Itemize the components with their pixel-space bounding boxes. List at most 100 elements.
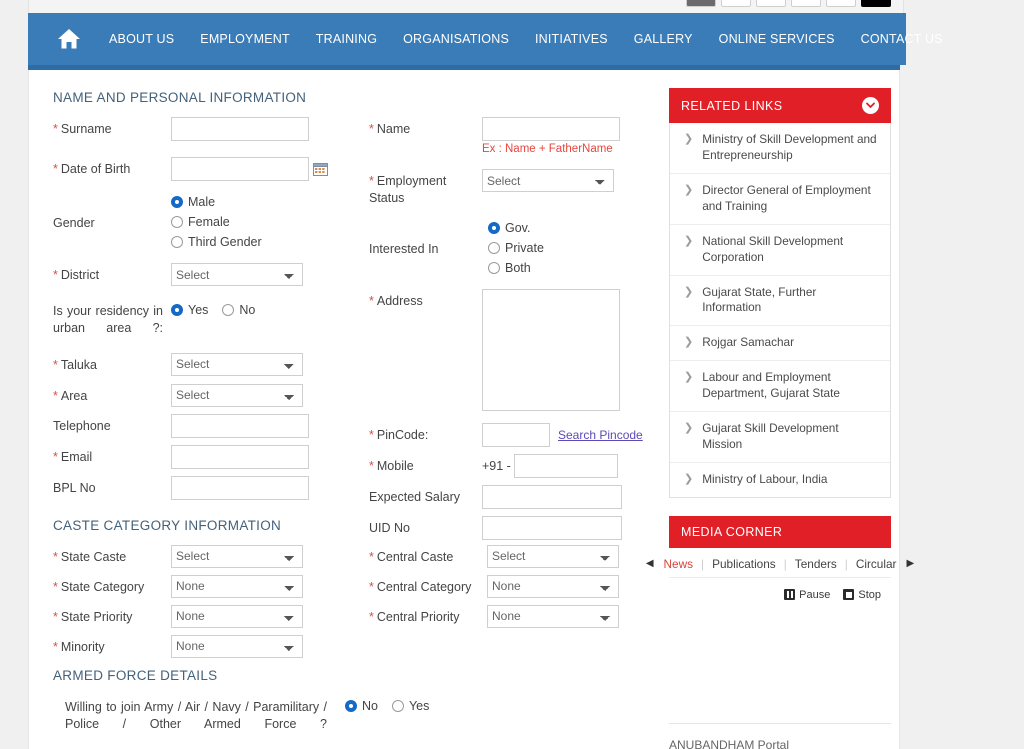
tab-publications[interactable]: Publications [708, 557, 780, 571]
district-select[interactable]: Select [171, 263, 303, 286]
label-surname: * Surname [53, 122, 112, 136]
minority-select[interactable]: None [171, 634, 303, 658]
gender-radio-group: Male Female Third Gender [171, 193, 262, 249]
search-pincode-link[interactable]: Search Pincode [558, 428, 643, 442]
address-textarea[interactable] [482, 288, 620, 411]
accessibility-button-3[interactable] [791, 0, 821, 7]
central-caste-select[interactable]: Select [487, 544, 619, 568]
tab-separator: | [701, 556, 705, 571]
area-select[interactable]: Select [171, 383, 303, 407]
field-row-central-caste: * Central Caste Select [369, 544, 619, 568]
label-state-caste: * State Caste [53, 549, 127, 564]
label-interested-in: Interested In [369, 241, 439, 256]
central-priority-select[interactable]: None [487, 604, 619, 628]
label-gender: Gender [53, 216, 95, 230]
chevron-down-icon[interactable] [862, 97, 879, 114]
central-category-select[interactable]: None [487, 574, 619, 598]
state-priority-select[interactable]: None [171, 604, 303, 628]
residency-option-no[interactable]: No [222, 303, 255, 317]
interested-option-private[interactable]: Private [488, 241, 544, 255]
chevron-right-icon: ❯ [684, 472, 694, 485]
radio-dot-residency-no [222, 304, 235, 316]
telephone-input[interactable] [171, 413, 309, 438]
gender-option-male[interactable]: Male [171, 195, 262, 209]
residency-option-yes[interactable]: Yes [171, 303, 208, 317]
label-employment-status: * Employment Status [369, 174, 447, 205]
pincode-input[interactable] [482, 422, 550, 447]
calendar-icon[interactable] [313, 162, 328, 176]
tab-tenders[interactable]: Tenders [791, 557, 841, 571]
field-pincode: Search Pincode [482, 422, 643, 447]
nav-item-contact-us[interactable]: CONTACT US [848, 32, 956, 46]
uid-input[interactable] [482, 515, 622, 540]
accessibility-button-1[interactable] [721, 0, 751, 7]
media-corner-tabs: ◀ News | Publications | Tenders | Circul… [646, 548, 914, 578]
state-category-select[interactable]: None [171, 574, 303, 598]
state-caste-select[interactable]: Select [171, 544, 303, 568]
right-sidebar: RELATED LINKS ❯ Ministry of Skill Develop… [646, 88, 914, 749]
interested-option-both[interactable]: Both [488, 261, 544, 275]
label-state-priority: * State Priority [53, 609, 133, 624]
mobile-input[interactable] [513, 453, 618, 478]
accessibility-contrast-button[interactable] [861, 0, 891, 7]
anubandham-portal-label: ANUBANDHAM Portal [669, 722, 891, 749]
radio-dot-both [488, 261, 500, 274]
accessibility-image-button[interactable] [686, 0, 716, 7]
field-row-minority: * Minority None [53, 634, 654, 658]
label-minority: * Minority [53, 639, 105, 654]
list-item[interactable]: ❯ National Skill Development Corporation [670, 225, 890, 276]
taluka-select[interactable]: Select [171, 352, 303, 376]
employment-status-select[interactable]: Select [482, 169, 614, 192]
radio-dot-residency-yes [171, 304, 183, 316]
radio-dot-armed-no [345, 699, 357, 712]
bpl-input[interactable] [171, 475, 309, 500]
dob-input[interactable] [171, 157, 309, 181]
list-item[interactable]: ❯ Labour and Employment Department, Gujar… [670, 361, 890, 413]
nav-item-training[interactable]: TRAINING [303, 32, 390, 46]
armed-option-no[interactable]: No [345, 699, 378, 713]
accessibility-buttons [686, 0, 891, 7]
surname-input[interactable] [171, 117, 309, 141]
list-item[interactable]: ❯ Ministry of Labour, India [670, 463, 890, 497]
interested-in-radio-group: Gov. Private Both [488, 219, 544, 275]
gender-option-third[interactable]: Third Gender [171, 235, 262, 249]
right-triangle-icon[interactable]: ▶ [904, 558, 916, 569]
nav-item-online-services[interactable]: ONLINE SERVICES [706, 32, 848, 46]
list-item[interactable]: ❯ Ministry of Skill Development and Entre… [670, 123, 890, 174]
pause-button[interactable]: Pause [784, 589, 830, 601]
accessibility-button-4[interactable] [826, 0, 856, 7]
left-triangle-icon[interactable]: ◀ [644, 558, 656, 569]
chevron-right-icon: ❯ [684, 133, 694, 145]
nav-item-initiatives[interactable]: INITIATIVES [522, 32, 621, 46]
tab-circular[interactable]: Circular [852, 557, 901, 571]
nav-item-about-us[interactable]: ABOUT US [96, 32, 187, 46]
home-icon[interactable] [56, 25, 82, 53]
nav-item-employment[interactable]: EMPLOYMENT [187, 32, 303, 46]
name-input[interactable] [482, 117, 620, 141]
accessibility-button-2[interactable] [756, 0, 786, 7]
interested-option-gov[interactable]: Gov. [488, 221, 544, 235]
field-state-category: None [171, 574, 303, 598]
label-dob: * Date of Birth [53, 162, 131, 176]
list-item[interactable]: ❯ Gujarat State, Further Information [670, 276, 890, 327]
gender-option-female[interactable]: Female [171, 215, 262, 229]
expected-salary-input[interactable] [482, 484, 622, 509]
field-employment-status: Select [482, 169, 614, 192]
label-state-category: * State Category [53, 579, 145, 594]
nav-item-gallery[interactable]: GALLERY [621, 32, 706, 46]
tab-news[interactable]: News [660, 557, 698, 571]
list-item[interactable]: ❯ Rojgar Samachar [670, 326, 890, 362]
label-pincode: * PinCode: [369, 427, 429, 442]
radio-dot-private [488, 241, 500, 254]
media-corner-controls: Pause Stop [669, 578, 891, 601]
content-area: NAME AND PERSONAL INFORMATION * Surname *… [28, 70, 914, 749]
list-item[interactable]: ❯ Director General of Employment and Trai… [670, 174, 890, 225]
chevron-right-icon: ❯ [684, 371, 694, 384]
label-central-priority: * Central Priority [369, 609, 460, 624]
stop-button[interactable]: Stop [843, 589, 881, 601]
armed-option-yes[interactable]: Yes [391, 699, 429, 713]
email-input[interactable] [171, 444, 309, 469]
list-item[interactable]: ❯ Gujarat Skill Development Mission [670, 412, 890, 463]
nav-item-organisations[interactable]: ORGANISATIONS [390, 32, 522, 46]
field-telephone [171, 413, 309, 438]
